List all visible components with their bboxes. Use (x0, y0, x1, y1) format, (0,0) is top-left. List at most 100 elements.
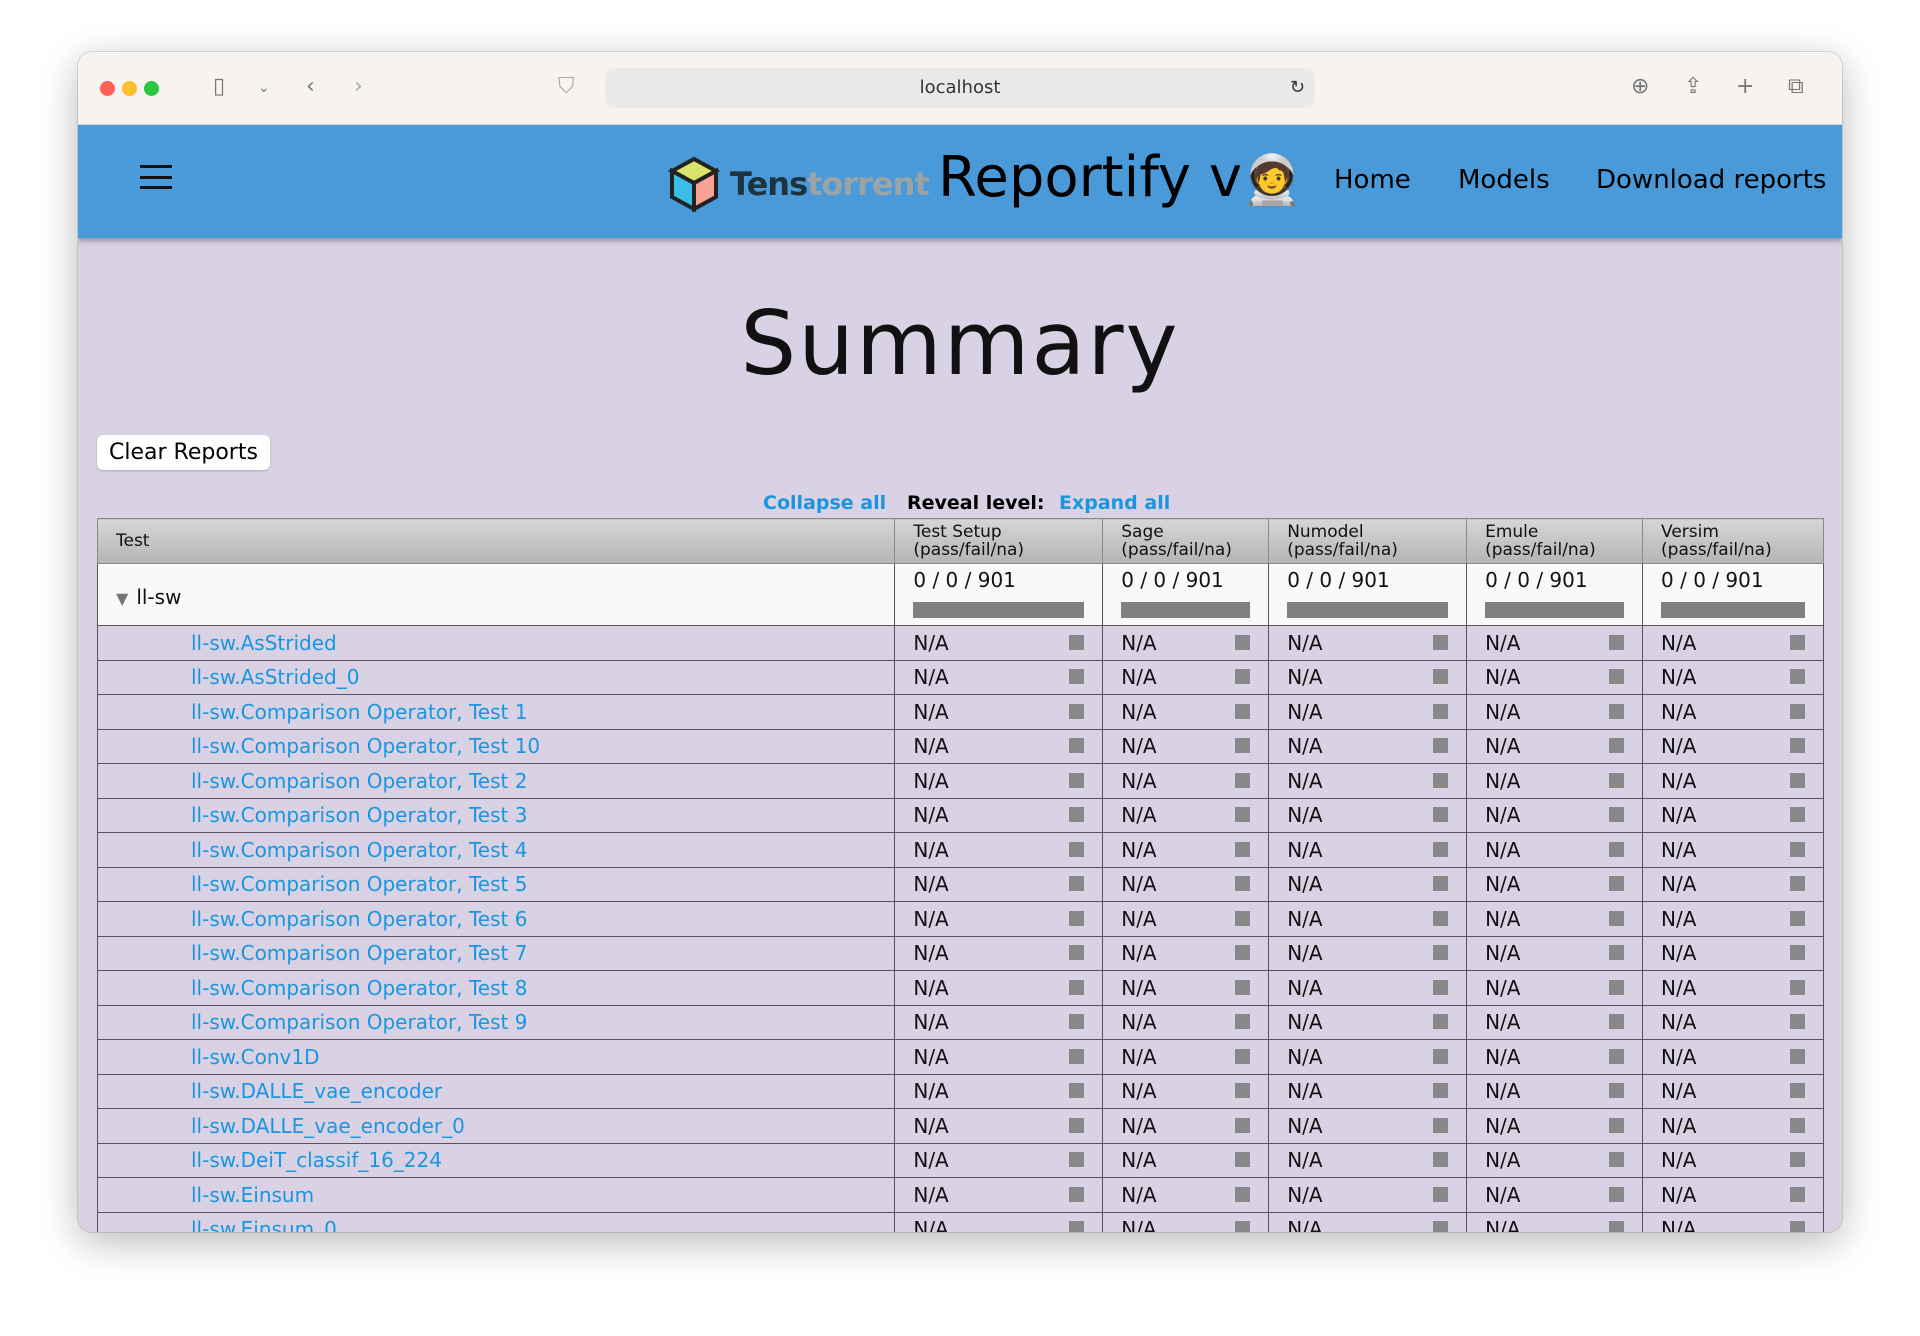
column-name: Test (116, 531, 150, 551)
group-summary-value: 0 / 0 / 901 (1287, 568, 1390, 592)
group-name-cell[interactable]: ▼ ll-sw (96, 563, 896, 626)
result-cell: N/A (1268, 694, 1468, 730)
reload-icon[interactable]: ↻ (1290, 68, 1305, 108)
close-window-button[interactable] (100, 81, 115, 96)
clear-reports-button[interactable]: Clear Reports (97, 435, 270, 470)
result-cell: N/A (894, 728, 1104, 764)
chevron-down-icon[interactable]: ⌄ (258, 80, 270, 96)
status-square-icon (1069, 807, 1085, 823)
test-cell: ll-sw.Comparison Operator, Test 5 (96, 866, 896, 902)
status-square-icon (1433, 772, 1449, 788)
download-icon[interactable]: ⊕ (1631, 74, 1649, 99)
sidebar-icon[interactable]: ▯ (213, 74, 225, 99)
result-cell: N/A (1268, 935, 1468, 971)
status-square-icon (1069, 738, 1085, 754)
test-link[interactable]: ll-sw.AsStrided (116, 631, 337, 655)
result-value: N/A (1121, 1182, 1157, 1207)
tabs-overview-icon[interactable]: ⧉ (1788, 74, 1804, 99)
result-cell: N/A (1102, 866, 1270, 902)
status-square-icon (1433, 1048, 1449, 1064)
test-link[interactable]: ll-sw.Comparison Operator, Test 5 (116, 872, 527, 896)
nav-home[interactable]: Home (1334, 165, 1411, 195)
test-link[interactable]: ll-sw.AsStrided_0 (116, 665, 359, 689)
table-row: ll-sw.Comparison Operator, Test 10 N/A N/A… (96, 728, 1824, 764)
test-link[interactable]: ll-sw.Einsum_0 (116, 1217, 337, 1232)
test-link[interactable]: ll-sw.Conv1D (116, 1045, 319, 1069)
test-link[interactable]: ll-sw.DALLE_vae_encoder_0 (116, 1114, 465, 1138)
status-square-icon (1609, 1014, 1625, 1030)
test-link[interactable]: ll-sw.Comparison Operator, Test 8 (116, 976, 527, 1000)
collapse-triangle-icon[interactable]: ▼ (116, 589, 128, 608)
result-value: N/A (1121, 872, 1157, 897)
column-header-emule: Emule (pass/fail/na) (1466, 518, 1644, 564)
result-value: N/A (1287, 1010, 1323, 1035)
progress-bar (1485, 602, 1625, 618)
test-link[interactable]: ll-sw.DALLE_vae_encoder (116, 1079, 442, 1103)
back-icon[interactable]: ‹ (306, 74, 315, 99)
status-square-icon (1069, 876, 1085, 892)
group-summary-value: 0 / 0 / 901 (1485, 568, 1588, 592)
share-icon[interactable]: ⇪ (1684, 74, 1702, 99)
minimize-window-button[interactable] (122, 81, 137, 96)
collapse-all-link[interactable]: Collapse all (763, 492, 886, 514)
result-cell: N/A (1466, 1108, 1644, 1144)
expand-all-link[interactable]: Expand all (1059, 492, 1170, 514)
test-link[interactable]: ll-sw.Comparison Operator, Test 3 (116, 803, 527, 827)
test-link[interactable]: ll-sw.DeiT_classif_16_224 (116, 1148, 442, 1172)
progress-bar (1121, 602, 1251, 618)
status-square-icon (1609, 738, 1625, 754)
table-row: ll-sw.Einsum_0 N/A N/A N/A N/A N/A (96, 1211, 1824, 1232)
result-value: N/A (1485, 941, 1521, 966)
result-value: N/A (1287, 906, 1323, 931)
test-link[interactable]: ll-sw.Comparison Operator, Test 2 (116, 769, 527, 793)
nav-models[interactable]: Models (1458, 165, 1550, 195)
test-link[interactable]: ll-sw.Einsum (116, 1183, 314, 1207)
status-square-icon (1069, 1117, 1085, 1133)
table-row: ll-sw.Comparison Operator, Test 3 N/A N/A N… (96, 797, 1824, 833)
nav-download-reports[interactable]: Download reports (1596, 165, 1826, 195)
test-link[interactable]: ll-sw.Comparison Operator, Test 6 (116, 907, 527, 931)
result-value: N/A (1485, 975, 1521, 1000)
new-tab-icon[interactable]: + (1736, 74, 1754, 99)
address-bar[interactable]: localhost ↻ (605, 68, 1315, 108)
test-cell: ll-sw.Comparison Operator, Test 9 (96, 1004, 896, 1040)
zoom-window-button[interactable] (144, 81, 159, 96)
result-value: N/A (913, 1182, 949, 1207)
test-link[interactable]: ll-sw.Comparison Operator, Test 9 (116, 1010, 527, 1034)
result-value: N/A (1121, 1010, 1157, 1035)
table-row: ll-sw.Comparison Operator, Test 7 N/A N/A N… (96, 935, 1824, 971)
result-cell: N/A (1268, 1039, 1468, 1075)
menu-icon[interactable] (140, 165, 172, 189)
result-cell: N/A (1268, 1142, 1468, 1178)
test-link[interactable]: ll-sw.Comparison Operator, Test 4 (116, 838, 527, 862)
column-subtitle: (pass/fail/na) (913, 540, 1025, 560)
result-cell: N/A (894, 970, 1104, 1006)
status-square-icon (1433, 841, 1449, 857)
status-square-icon (1235, 703, 1251, 719)
status-square-icon (1433, 945, 1449, 961)
status-square-icon (1235, 669, 1251, 685)
result-value: N/A (913, 734, 949, 759)
table-row: ll-sw.Conv1D N/A N/A N/A N/A N/A (96, 1039, 1824, 1075)
test-link[interactable]: ll-sw.Comparison Operator, Test 1 (116, 700, 527, 724)
result-cell: N/A (1102, 935, 1270, 971)
result-value: N/A (1121, 941, 1157, 966)
test-link[interactable]: ll-sw.Comparison Operator, Test 10 (116, 734, 540, 758)
result-value: N/A (1485, 734, 1521, 759)
result-value: N/A (1661, 872, 1697, 897)
result-value: N/A (1287, 1148, 1323, 1173)
result-value: N/A (1121, 665, 1157, 690)
result-value: N/A (1485, 1079, 1521, 1104)
result-cell: N/A (1466, 832, 1644, 868)
column-subtitle: (pass/fail/na) (1287, 540, 1398, 560)
status-square-icon (1790, 669, 1805, 685)
test-link[interactable]: ll-sw.Comparison Operator, Test 7 (116, 941, 527, 965)
result-value: N/A (1287, 630, 1323, 655)
forward-icon[interactable]: › (354, 74, 363, 99)
status-square-icon (1609, 1117, 1625, 1133)
status-square-icon (1235, 1186, 1251, 1202)
result-cell: N/A (894, 1211, 1104, 1232)
reveal-level-label: Reveal level: (907, 492, 1045, 514)
table-row: ll-sw.Comparison Operator, Test 8 N/A N/A N… (96, 970, 1824, 1006)
group-summary-cell: 0 / 0 / 901 (1642, 563, 1824, 626)
